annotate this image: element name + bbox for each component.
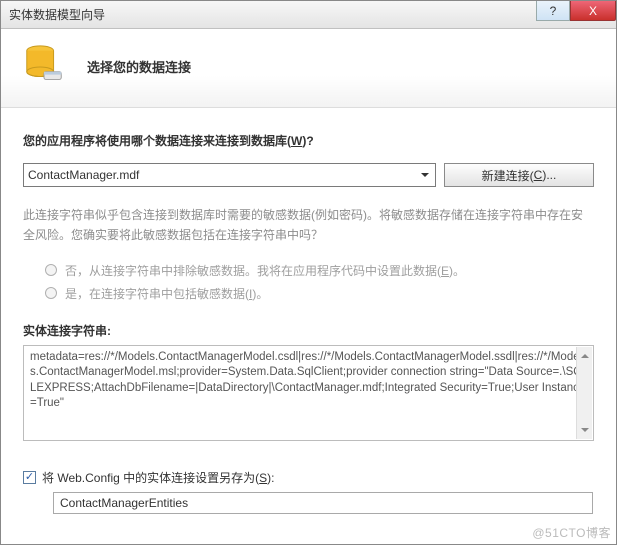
sensitive-data-hint: 此连接字符串似乎包含连接到数据库时需要的敏感数据(例如密码)。将敏感数据存储在连…: [23, 205, 594, 246]
close-button[interactable]: X: [570, 1, 616, 21]
connection-row: ContactManager.mdf 新建连接(C)...: [23, 163, 594, 187]
radio-icon: [45, 287, 57, 299]
connection-dropdown[interactable]: ContactManager.mdf: [23, 163, 436, 187]
window-title: 实体数据模型向导: [9, 6, 536, 23]
save-settings-row: ✓ 将 Web.Config 中的实体连接设置另存为(S):: [23, 469, 594, 486]
selected-connection: ContactManager.mdf: [28, 168, 139, 182]
scrollbar[interactable]: [576, 347, 592, 439]
header-title: 选择您的数据连接: [87, 57, 191, 76]
wizard-content: 您的应用程序将使用哪个数据连接来连接到数据库(W)? ContactManage…: [1, 108, 616, 514]
new-connection-button[interactable]: 新建连接(C)...: [444, 163, 594, 187]
connection-string-box[interactable]: metadata=res://*/Models.ContactManagerMo…: [23, 345, 594, 441]
radio-include-sensitive: 是，在连接字符串中包括敏感数据(I)。: [45, 285, 594, 302]
watermark: @51CTO博客: [532, 524, 611, 541]
connection-question: 您的应用程序将使用哪个数据连接来连接到数据库(W)?: [23, 132, 594, 149]
window-controls: ? X: [536, 1, 616, 28]
save-name-input[interactable]: ContactManagerEntities: [53, 492, 593, 514]
save-checkbox[interactable]: ✓: [23, 471, 36, 484]
database-icon: [21, 43, 67, 89]
title-bar: 实体数据模型向导 ? X: [1, 1, 616, 29]
radio-exclude-sensitive: 否，从连接字符串中排除敏感数据。我将在应用程序代码中设置此数据(E)。: [45, 262, 594, 279]
connection-string-text: metadata=res://*/Models.ContactManagerMo…: [30, 351, 585, 410]
radio-icon: [45, 264, 57, 276]
connection-string-label: 实体连接字符串:: [23, 322, 594, 339]
save-label: 将 Web.Config 中的实体连接设置另存为(S):: [42, 469, 275, 486]
wizard-header: 选择您的数据连接: [1, 29, 616, 108]
help-button[interactable]: ?: [536, 1, 570, 21]
